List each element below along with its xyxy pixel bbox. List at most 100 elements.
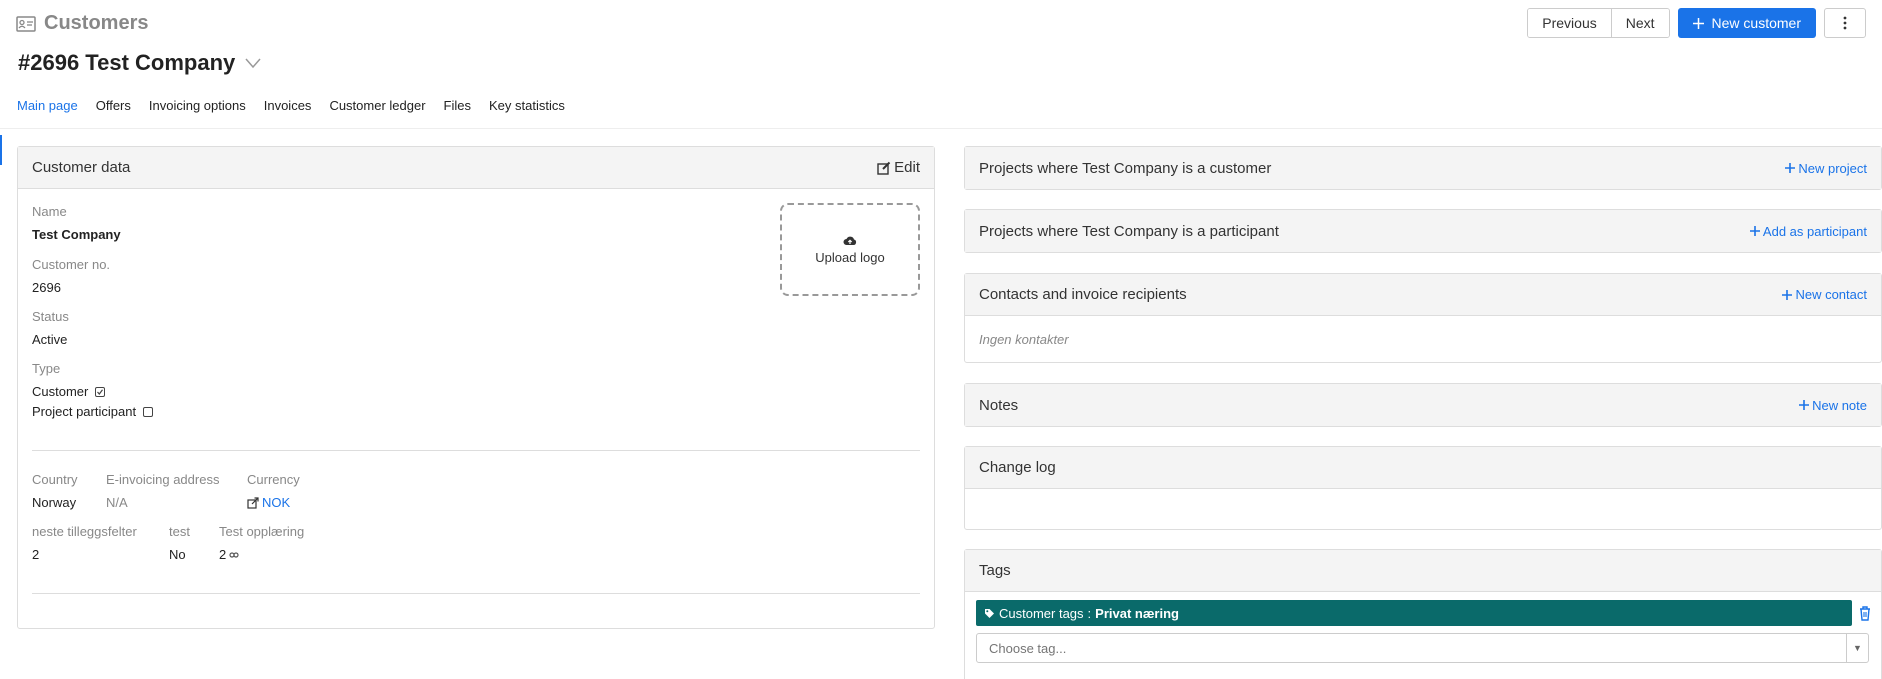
extra1-label: neste tilleggsfelter	[32, 524, 137, 539]
tags-body: Customer tags: Privat næring ▼	[965, 592, 1881, 679]
extra2-label: test	[169, 524, 190, 539]
customer-data-title: Customer data	[32, 159, 131, 176]
add-participant-button[interactable]: Add as participant	[1749, 223, 1867, 239]
new-customer-button[interactable]: New customer	[1677, 8, 1816, 38]
previous-button[interactable]: Previous	[1528, 9, 1611, 37]
currency-value: NOK	[262, 495, 291, 510]
tag-prefix: Customer tags	[999, 605, 1084, 621]
page-header: Customers	[16, 12, 148, 35]
unchecked-checkbox-icon	[142, 406, 153, 417]
trash-icon[interactable]	[1858, 605, 1872, 621]
changelog-header: Change log	[965, 447, 1881, 489]
status-label: Status	[32, 309, 69, 324]
currency-label: Currency	[247, 472, 300, 487]
divider	[32, 593, 920, 594]
currency-link[interactable]: NOK	[247, 495, 290, 510]
type-participant-label: Project participant	[32, 404, 137, 419]
customer-data-panel: Customer data Edit Upload logo Name Test…	[17, 146, 935, 629]
upload-logo-button[interactable]: Upload logo	[780, 203, 920, 296]
extra2-value: No	[169, 547, 186, 562]
tag-icon	[985, 608, 994, 618]
new-note-button[interactable]: New note	[1799, 398, 1867, 413]
kebab-menu-icon	[1843, 16, 1847, 30]
notes-panel: Notes New note	[964, 383, 1882, 427]
changelog-title: Change log	[979, 459, 1056, 476]
name-value: Test Company	[32, 227, 121, 242]
plus-icon	[1782, 289, 1793, 300]
tab-key-statistics[interactable]: Key statistics	[489, 98, 565, 113]
status-value: Active	[32, 332, 68, 347]
country-value: Norway	[32, 495, 77, 510]
plus-icon	[1785, 163, 1796, 173]
extra3-label: Test opplæring	[219, 524, 305, 539]
type-customer-label: Customer	[32, 384, 89, 399]
tag-select[interactable]: ▼	[976, 633, 1869, 663]
projects-participant-panel: Projects where Test Company is a partici…	[964, 209, 1882, 253]
tab-bar: Main page Offers Invoicing options Invoi…	[17, 98, 565, 113]
contacts-header: Contacts and invoice recipients New cont…	[965, 274, 1881, 316]
page-title: Customers	[44, 12, 149, 34]
link-icon[interactable]	[229, 551, 239, 559]
contact-card-icon	[16, 15, 36, 32]
contacts-empty: Ingen kontakter	[979, 332, 1069, 347]
projects-customer-title: Projects where Test Company is a custome…	[979, 159, 1272, 177]
tab-customer-ledger[interactable]: Customer ledger	[329, 98, 425, 113]
projects-customer-header: Projects where Test Company is a custome…	[965, 147, 1881, 189]
changelog-panel: Change log	[964, 446, 1882, 530]
projects-participant-title: Projects where Test Company is a partici…	[979, 222, 1279, 240]
projects-customer-panel: Projects where Test Company is a custome…	[964, 146, 1882, 190]
plus-icon	[1799, 400, 1810, 410]
extra3-row: 2	[219, 547, 239, 562]
external-link-icon	[247, 496, 259, 509]
caret-down-icon[interactable]: ▼	[1846, 634, 1868, 662]
customer-data-header: Customer data Edit	[18, 147, 934, 189]
active-marker	[0, 135, 2, 165]
next-button[interactable]: Next	[1610, 9, 1669, 37]
tag-value: Privat næring	[1095, 605, 1179, 621]
add-participant-label: Add as participant	[1762, 223, 1867, 239]
more-menu-button[interactable]	[1824, 8, 1866, 38]
company-title: #2696 Test Company	[18, 50, 236, 75]
tag-colon: :	[1087, 605, 1092, 621]
company-title-row: #2696 Test Company	[18, 50, 261, 76]
tab-invoices[interactable]: Invoices	[264, 98, 312, 113]
new-contact-label: New contact	[1795, 287, 1867, 302]
customer-no-value: 2696	[32, 280, 61, 295]
new-project-label: New project	[1798, 160, 1867, 176]
einvoice-label: E-invoicing address	[106, 472, 220, 487]
new-customer-label: New customer	[1711, 15, 1801, 31]
prev-next-group: Previous Next	[1527, 8, 1670, 38]
chevron-down-icon[interactable]	[245, 57, 261, 69]
country-label: Country	[32, 472, 78, 487]
tab-offers[interactable]: Offers	[96, 98, 131, 113]
contacts-title: Contacts and invoice recipients	[979, 286, 1187, 303]
top-actions: Previous Next New customer	[1527, 8, 1866, 38]
projects-participant-header: Projects where Test Company is a partici…	[965, 210, 1881, 252]
upload-logo-label: Upload logo	[815, 249, 885, 265]
type-participant: Project participant	[32, 404, 153, 419]
tags-title: Tags	[979, 562, 1011, 579]
edit-icon	[877, 161, 891, 175]
notes-header: Notes New note	[965, 384, 1881, 426]
cloud-upload-icon	[843, 236, 857, 245]
edit-button[interactable]: Edit	[877, 159, 920, 176]
type-label: Type	[32, 361, 61, 376]
plus-icon	[1692, 17, 1704, 29]
plus-icon	[1749, 226, 1760, 236]
tags-header: Tags	[965, 550, 1881, 592]
name-label: Name	[32, 204, 67, 219]
tab-main-page[interactable]: Main page	[17, 98, 78, 113]
divider	[32, 450, 920, 451]
customer-tag: Customer tags: Privat næring	[976, 600, 1852, 626]
einvoice-value: N/A	[106, 495, 128, 510]
new-project-button[interactable]: New project	[1785, 161, 1867, 176]
tab-files[interactable]: Files	[444, 98, 471, 113]
notes-title: Notes	[979, 396, 1019, 414]
tag-select-input[interactable]	[989, 640, 1839, 656]
new-note-label: New note	[1812, 397, 1867, 413]
edit-label: Edit	[894, 159, 920, 176]
checked-checkbox-icon	[94, 386, 105, 397]
new-contact-button[interactable]: New contact	[1782, 287, 1867, 302]
contacts-panel: Contacts and invoice recipients New cont…	[964, 273, 1882, 363]
tab-invoicing-options[interactable]: Invoicing options	[149, 98, 246, 113]
